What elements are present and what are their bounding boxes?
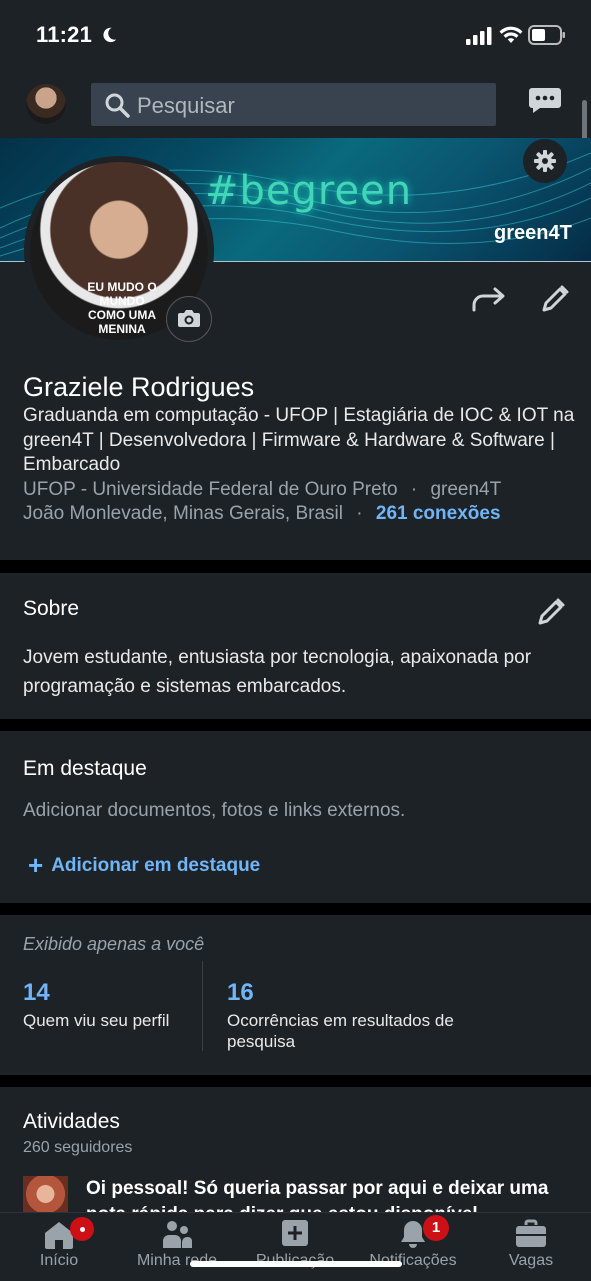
header-avatar[interactable] xyxy=(26,84,66,124)
activity-post-clip: Oi pessoal! Só queria passar por aqui e … xyxy=(86,1176,566,1212)
nav-home-label: Início xyxy=(39,1252,79,1269)
moon-icon xyxy=(103,27,117,43)
activity-title: Atividades xyxy=(23,1110,120,1133)
share-icon[interactable] xyxy=(471,284,507,314)
add-featured-label: Adicionar em destaque xyxy=(51,855,261,876)
featured-title: Em destaque xyxy=(23,757,147,780)
post-icon xyxy=(282,1220,308,1246)
profile-name: Graziele Rodrigues xyxy=(23,372,255,402)
cover-hashtag: #begreen xyxy=(205,168,413,214)
search-appearances-count[interactable]: 16 xyxy=(227,979,254,1007)
followers-count: 260 seguidores xyxy=(23,1139,133,1156)
search-appearances-label[interactable]: Ocorrências em resultados de pesquisa xyxy=(227,1010,517,1052)
profile-views-count[interactable]: 14 xyxy=(23,979,50,1007)
profile-photo-shirt-text: EU MUDO O MUNDO COMO UMA MENINA xyxy=(87,280,157,336)
battery-icon xyxy=(528,25,565,45)
status-time: 11:21 xyxy=(36,22,118,48)
home-notification-dot xyxy=(70,1217,94,1241)
about-title: Sobre xyxy=(23,597,80,620)
profile-views-label[interactable]: Quem viu seu perfil xyxy=(23,1010,173,1031)
notifications-badge: 1 xyxy=(423,1215,449,1241)
gear-icon xyxy=(534,150,556,172)
briefcase-icon xyxy=(516,1219,546,1247)
search-icon xyxy=(105,93,130,118)
network-icon xyxy=(163,1221,192,1248)
signal-icon xyxy=(466,27,492,45)
edit-about-pencil-icon[interactable] xyxy=(535,596,567,628)
separator-dot: · xyxy=(356,503,363,524)
about-text: Jovem estudante, entusiasta por tecnolog… xyxy=(23,647,532,697)
cover-settings-button[interactable] xyxy=(523,139,567,183)
wifi-icon xyxy=(499,26,523,43)
stats-divider xyxy=(202,961,203,1051)
add-featured-button[interactable]: + Adicionar em destaque xyxy=(28,850,260,881)
edit-profile-pencil-icon[interactable] xyxy=(539,283,571,315)
change-photo-button[interactable] xyxy=(166,296,212,342)
profile-education-line: UFOP - Universidade Federal de Ouro Pret… xyxy=(23,479,501,501)
connections-link[interactable]: 261 conexões xyxy=(376,503,501,524)
messaging-icon[interactable] xyxy=(528,86,562,114)
camera-icon xyxy=(178,310,200,327)
profile-location-line: João Monlevade, Minas Gerais, Brasil · 2… xyxy=(23,503,501,525)
plus-icon: + xyxy=(28,850,44,880)
search-placeholder: Pesquisar xyxy=(137,93,235,118)
activity-post-text[interactable]: Oi pessoal! Só queria passar por aqui e … xyxy=(86,1176,566,1212)
profile-headline: Graduanda em computação - UFOP | Estagiá… xyxy=(23,405,575,475)
home-indicator[interactable] xyxy=(190,1261,402,1267)
profile-company[interactable]: green4T xyxy=(430,479,501,500)
nav-jobs-label: Vagas xyxy=(508,1252,554,1269)
featured-description: Adicionar documentos, fotos e links exte… xyxy=(23,800,406,821)
nav-home[interactable]: Início xyxy=(4,1218,114,1270)
separator-dot: · xyxy=(410,479,418,500)
cover-brand-logo: green4T xyxy=(494,222,572,244)
profile-location: João Monlevade, Minas Gerais, Brasil xyxy=(23,503,343,524)
profile-education[interactable]: UFOP - Universidade Federal de Ouro Pret… xyxy=(23,479,398,500)
analytics-private-note: Exibido apenas a você xyxy=(23,934,205,954)
nav-jobs[interactable]: Vagas xyxy=(476,1218,586,1270)
